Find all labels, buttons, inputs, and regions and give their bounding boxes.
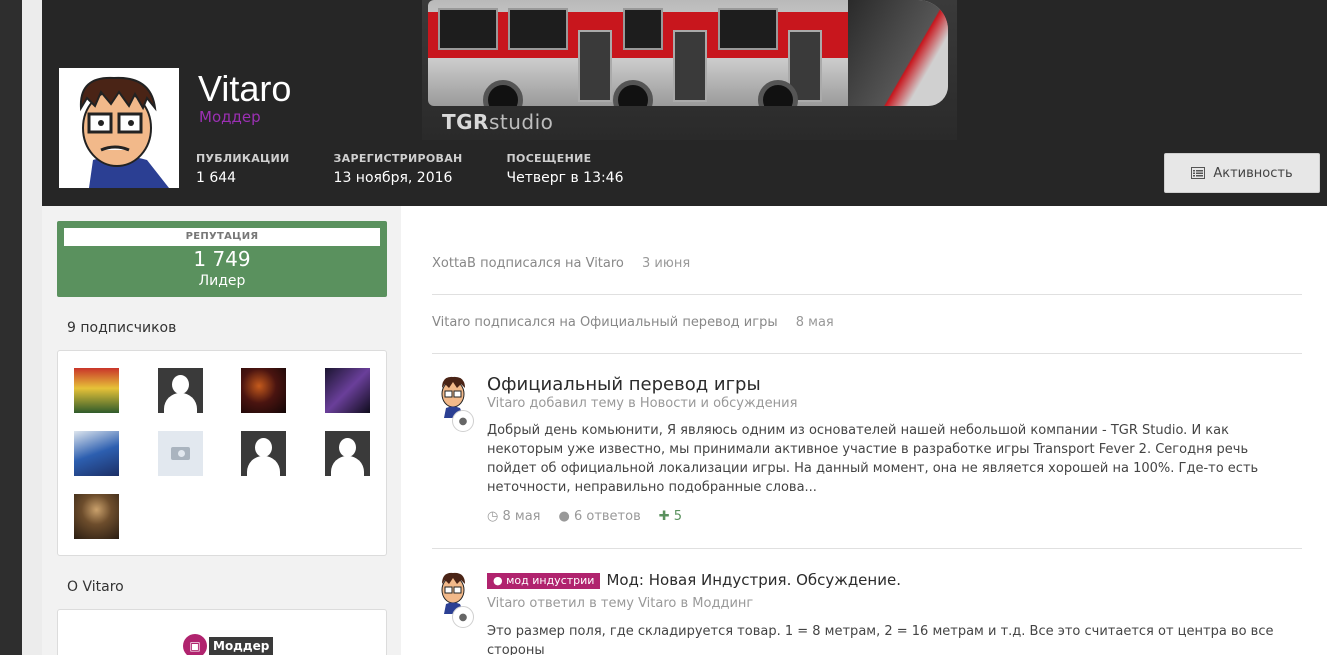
post-subtitle: Vitaro ответил в тему Vitaro в Моддинг bbox=[487, 596, 754, 611]
followers-title[interactable]: 9 подписчиков bbox=[67, 320, 176, 336]
activity-feed: XottaB подписался на Vitaro 3 июня Vitar… bbox=[432, 206, 1302, 655]
bus-icon: ▣ bbox=[183, 634, 207, 655]
post-reputation: ✚ 5 bbox=[658, 509, 683, 524]
follower-avatar[interactable] bbox=[325, 431, 370, 476]
left-strip bbox=[22, 0, 42, 655]
feed-entry: XottaB подписался на Vitaro 3 июня bbox=[432, 236, 1302, 295]
post-tag[interactable]: ● мод индустрии bbox=[487, 572, 601, 589]
follower-avatar[interactable] bbox=[241, 431, 286, 476]
comment-icon: ● bbox=[452, 410, 474, 432]
modder-badge: ▣ Моддер bbox=[183, 634, 274, 655]
follower-avatar[interactable] bbox=[74, 431, 119, 476]
follower-avatar[interactable] bbox=[241, 368, 286, 413]
follower-avatar[interactable] bbox=[158, 431, 203, 476]
feed-entry-date: 3 июня bbox=[642, 256, 691, 271]
post-body: Добрый день комьюнити, Я являюсь одним и… bbox=[487, 423, 1259, 495]
profile-username: Vitaro bbox=[198, 68, 292, 109]
profile-avatar[interactable] bbox=[59, 68, 179, 188]
follower-avatar[interactable] bbox=[74, 368, 119, 413]
followers-grid bbox=[57, 350, 387, 556]
post-divider bbox=[432, 548, 1302, 549]
reputation-value: 1 749 bbox=[193, 247, 251, 271]
feed-entry-text[interactable]: Vitaro подписался на Официальный перевод… bbox=[432, 315, 778, 330]
comment-icon: ● bbox=[452, 606, 474, 628]
cover-photo: TGRstudio bbox=[422, 0, 957, 140]
profile-sidebar: РЕПУТАЦИЯ 1 749 Лидер 9 подписчиков О Vi… bbox=[42, 206, 401, 655]
bus-image bbox=[428, 0, 948, 106]
post-title[interactable]: Официальный перевод игры bbox=[487, 374, 761, 395]
post-subtitle: Vitaro добавил тему в Новости и обсужден… bbox=[487, 396, 798, 411]
reputation-label: РЕПУТАЦИЯ bbox=[64, 228, 380, 246]
post-replies[interactable]: ● 6 ответов bbox=[558, 509, 640, 524]
post-meta: ◷ 8 мая ● 6 ответов ✚ 5 bbox=[487, 509, 682, 524]
post-date: ◷ 8 мая bbox=[487, 509, 541, 524]
cover-brand: TGRstudio bbox=[442, 110, 554, 134]
about-box: ▣ Моддер bbox=[57, 609, 387, 655]
list-icon bbox=[1191, 167, 1206, 179]
feed-entry-text[interactable]: XottaB подписался на Vitaro bbox=[432, 256, 624, 271]
follower-avatar[interactable] bbox=[325, 368, 370, 413]
post-title-link[interactable]: Мод: Новая Индустрия. Обсуждение. bbox=[606, 571, 901, 589]
about-title: О Vitaro bbox=[67, 579, 124, 595]
feed-entry: Vitaro подписался на Официальный перевод… bbox=[432, 295, 1302, 354]
profile-header: TGRstudio Vitaro Моддер ПУБЛИКАЦИИ 1 644… bbox=[42, 0, 1327, 206]
clock-icon: ◷ bbox=[487, 509, 499, 524]
profile-group: Моддер bbox=[199, 108, 261, 126]
feed-entry-date: 8 мая bbox=[795, 315, 834, 330]
stat-posts: ПУБЛИКАЦИИ 1 644 bbox=[196, 152, 290, 186]
profile-stats: ПУБЛИКАЦИИ 1 644 ЗАРЕГИСТРИРОВАН 13 нояб… bbox=[196, 152, 668, 186]
activity-button-label: Активность bbox=[1213, 165, 1293, 181]
reputation-box: РЕПУТАЦИЯ 1 749 Лидер bbox=[57, 221, 387, 297]
post-body: Это размер поля, где складируется товар.… bbox=[487, 624, 1274, 655]
plus-icon: ✚ bbox=[658, 509, 670, 524]
post-title: ● мод индустрии Мод: Новая Индустрия. Обс… bbox=[487, 571, 901, 589]
stat-registered: ЗАРЕГИСТРИРОВАН 13 ноября, 2016 bbox=[333, 152, 463, 186]
reputation-title: Лидер bbox=[198, 273, 246, 289]
activity-button[interactable]: Активность bbox=[1164, 153, 1320, 193]
comments-icon: ● bbox=[558, 509, 570, 524]
modder-badge-label: Моддер bbox=[209, 637, 274, 655]
follower-avatar[interactable] bbox=[158, 368, 203, 413]
stat-last-visit: ПОСЕЩЕНИЕ Четверг в 13:46 bbox=[506, 152, 624, 186]
follower-avatar[interactable] bbox=[74, 494, 119, 539]
left-gutter bbox=[0, 0, 22, 655]
